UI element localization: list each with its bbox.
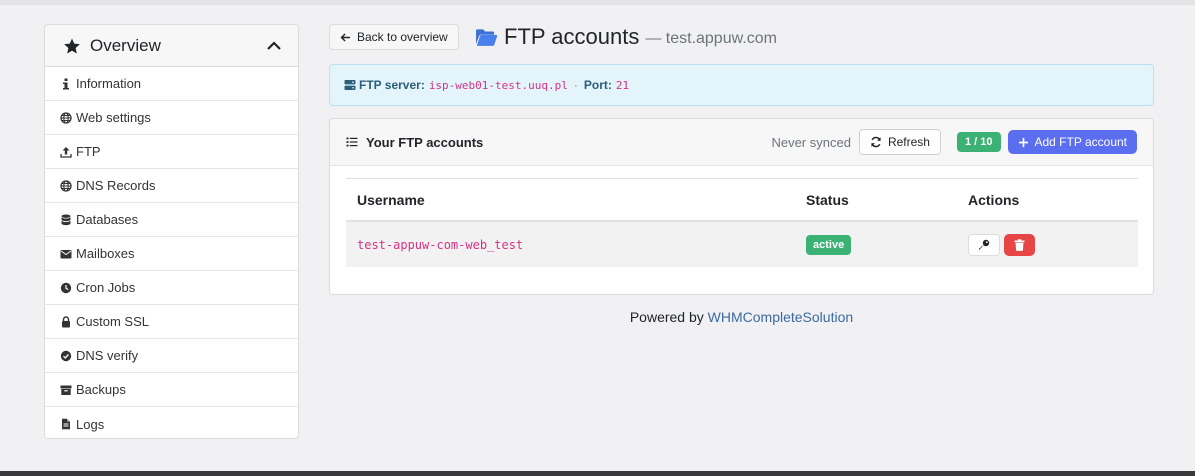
- sidebar-item-label: Mailboxes: [76, 246, 135, 261]
- status-cell: active: [795, 234, 957, 255]
- sidebar-item-label: DNS Records: [76, 178, 156, 193]
- table-header: Username Status Actions: [346, 178, 1138, 222]
- sidebar-item-label: Logs: [76, 416, 105, 432]
- sidebar-item-web-settings[interactable]: Web settings: [45, 101, 298, 135]
- info-icon: [60, 78, 72, 90]
- page-title-text: FTP accounts: [504, 24, 640, 49]
- arrow-left-icon: [340, 32, 351, 42]
- plus-icon: [1018, 137, 1028, 147]
- archive-icon: [60, 384, 72, 396]
- sidebar: Overview Information Web settings FTP DN…: [44, 24, 299, 439]
- separator: ·: [573, 78, 578, 92]
- globe-icon: [60, 111, 72, 124]
- star-icon: [64, 38, 80, 53]
- server-icon: [344, 80, 356, 90]
- server-label: FTP server:: [359, 78, 425, 92]
- sidebar-item-label: DNS verify: [76, 348, 139, 363]
- sidebar-header[interactable]: Overview: [45, 25, 298, 67]
- port-value: 21: [615, 78, 630, 92]
- back-label: Back to overview: [357, 30, 448, 44]
- server-value: isp-web01-test.uuq.pl: [428, 78, 568, 92]
- column-header-status: Status: [806, 191, 849, 208]
- ftp-server-info: FTP server: isp-web01-test.uuq.pl · Port…: [329, 64, 1154, 106]
- folder-open-icon: [476, 28, 498, 46]
- envelope-icon: [60, 248, 72, 260]
- sidebar-item-backups[interactable]: Backups: [45, 373, 298, 407]
- globe-icon: [60, 179, 72, 192]
- account-count-badge: 1 / 10: [956, 132, 1001, 152]
- sidebar-item-label: FTP: [76, 144, 101, 159]
- footer-link[interactable]: WHMCompleteSolution: [708, 309, 854, 325]
- port-label: Port:: [583, 78, 612, 92]
- back-to-overview-button[interactable]: Back to overview: [329, 24, 459, 50]
- sidebar-item-dns-records[interactable]: DNS Records: [45, 169, 298, 203]
- actions-cell: [957, 233, 1035, 256]
- panel-header: Your FTP accounts Never synced Refresh 1…: [330, 119, 1153, 166]
- column-header-username: Username: [357, 191, 425, 208]
- sidebar-item-dns-verify[interactable]: DNS verify: [45, 339, 298, 373]
- page-subtitle: — test.appuw.com: [645, 30, 777, 47]
- sidebar-item-logs[interactable]: Logs: [45, 407, 298, 438]
- chevron-up-icon[interactable]: [266, 38, 282, 54]
- status-badge: active: [806, 234, 852, 255]
- change-password-button[interactable]: [968, 233, 1000, 256]
- sidebar-item-cron-jobs[interactable]: Cron Jobs: [45, 271, 298, 305]
- list-icon: [346, 137, 358, 147]
- column-header-actions: Actions: [968, 191, 1020, 208]
- table-row: test-appuw-com-web_test active: [346, 222, 1138, 267]
- delete-account-button[interactable]: [1004, 233, 1035, 256]
- sidebar-item-databases[interactable]: Databases: [45, 203, 298, 237]
- sidebar-item-ftp[interactable]: FTP: [45, 135, 298, 169]
- sidebar-item-information[interactable]: Information: [45, 67, 298, 101]
- top-bar: [0, 0, 1195, 5]
- bottom-bar: [0, 471, 1195, 476]
- trash-icon: [1014, 238, 1025, 251]
- sidebar-item-label: Web settings: [76, 110, 151, 125]
- sidebar-item-label: Cron Jobs: [76, 280, 136, 295]
- page-title: FTP accounts — test.appuw.com: [475, 24, 777, 50]
- clock-icon: [60, 282, 72, 294]
- sidebar-item-custom-ssl[interactable]: Custom SSL: [45, 305, 298, 339]
- username-cell: test-appuw-com-web_test: [357, 237, 524, 252]
- sidebar-item-label: Backups: [76, 382, 126, 397]
- sidebar-item-label: Information: [76, 76, 142, 91]
- refresh-icon: [871, 136, 881, 148]
- upload-icon: [60, 146, 72, 158]
- add-label: Add FTP account: [1034, 135, 1128, 149]
- key-icon: [979, 239, 990, 250]
- footer: Powered by WHMCompleteSolution: [329, 309, 1154, 325]
- sidebar-item-label: Custom SSL: [76, 314, 149, 329]
- sync-status: Never synced: [771, 134, 851, 150]
- add-ftp-account-button[interactable]: Add FTP account: [1007, 130, 1137, 154]
- sidebar-item-mailboxes[interactable]: Mailboxes: [45, 237, 298, 271]
- lock-icon: [60, 315, 72, 328]
- refresh-button[interactable]: Refresh: [858, 129, 941, 155]
- ftp-accounts-panel: Your FTP accounts Never synced Refresh 1…: [329, 118, 1154, 295]
- refresh-label: Refresh: [887, 135, 930, 149]
- sidebar-item-label: Databases: [76, 212, 139, 227]
- footer-prefix: Powered by: [629, 309, 704, 325]
- ftp-accounts-table: Username Status Actions test-appuw-com-w…: [346, 178, 1138, 267]
- file-icon: [60, 418, 72, 430]
- panel-title: Your FTP accounts: [366, 134, 484, 150]
- check-circle-icon: [60, 350, 72, 362]
- sidebar-title: Overview: [90, 35, 161, 55]
- database-icon: [60, 214, 72, 226]
